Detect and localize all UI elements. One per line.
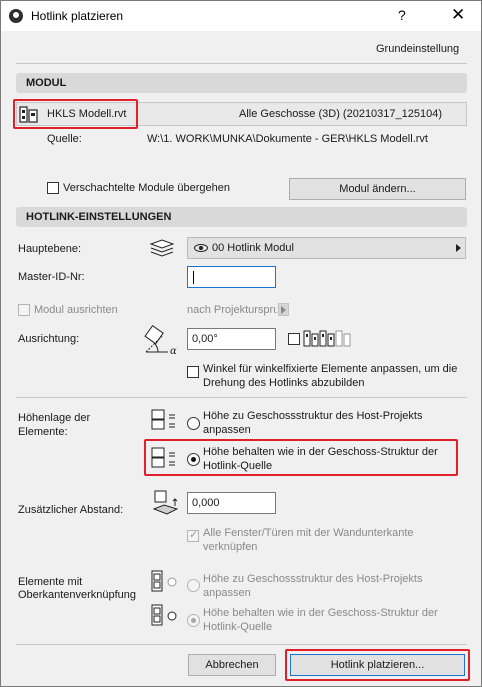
text-caret	[193, 271, 194, 284]
divider	[16, 644, 467, 645]
rotation-angle-icon: α	[144, 324, 177, 356]
divider	[16, 397, 467, 398]
top-link-option-keep-radio[interactable]	[187, 614, 200, 627]
dialog-window: Hotlink platzieren ? ✕ Grundeinstellung …	[0, 0, 482, 687]
top-link-option-adjust-label: Höhe zu Geschossstruktur des Host-Projek…	[203, 573, 423, 599]
main-story-label: Hauptebene:	[18, 243, 81, 255]
align-arrow-icon	[281, 306, 286, 314]
align-reference-value: nach Projektursprung	[187, 304, 277, 316]
title-bar: Hotlink platzieren ? ✕	[1, 1, 481, 31]
preset-label[interactable]: Grundeinstellung	[376, 43, 459, 55]
module-variants-icon	[303, 330, 351, 347]
align-reference-arrow[interactable]	[278, 303, 289, 316]
close-button[interactable]: ✕	[451, 5, 465, 25]
link-walls-checkbox[interactable]	[187, 528, 199, 542]
elevation-option-adjust-label: Höhe zu Geschossstruktur des Host-Projek…	[203, 410, 423, 436]
story-stack-icon	[149, 239, 175, 257]
offset-label: Zusätzlicher Abstand:	[18, 504, 124, 516]
adjust-elevation-icon	[151, 409, 175, 430]
main-story-value: 00 Hotlink Modul	[212, 242, 294, 254]
align-module-label: Modul ausrichten	[34, 304, 118, 316]
module-stories-info: Alle Geschosse (3D) (20210317_125104)	[239, 108, 443, 120]
orientation-input[interactable]: 0,00°	[187, 328, 276, 350]
highlight-module-file	[13, 99, 138, 129]
highlight-keep-elevation	[144, 439, 458, 476]
orientation-option-checkbox[interactable]	[288, 333, 300, 345]
divider	[16, 63, 467, 64]
source-label: Quelle:	[47, 133, 82, 145]
help-button[interactable]: ?	[398, 7, 406, 23]
elevation-label: Höhenlage der Elemente:	[18, 412, 91, 438]
main-story-dropdown[interactable]: 00 Hotlink Modul	[187, 237, 466, 259]
section-header-modul: MODUL	[16, 73, 467, 93]
top-link-adjust-icon	[151, 570, 177, 592]
link-walls-label: Alle Fenster/Türen mit der Wandunterkant…	[203, 527, 414, 553]
svg-text:α: α	[170, 346, 177, 356]
skip-nested-label: Verschachtelte Module übergehen	[63, 182, 230, 194]
master-id-label: Master-ID-Nr:	[18, 271, 85, 283]
eye-icon	[194, 244, 208, 252]
source-path: W:\1. WORK\MUNKA\Dokumente - GER\HKLS Mo…	[147, 133, 428, 145]
vertical-offset-icon	[152, 490, 179, 515]
top-link-label: Elemente mit Oberkantenverknüpfung	[18, 576, 137, 601]
master-id-input[interactable]	[187, 266, 276, 288]
highlight-place-button	[285, 649, 470, 681]
align-module-checkbox[interactable]	[18, 304, 30, 316]
section-header-hotlink: HOTLINK-EINSTELLUNGEN	[16, 207, 467, 227]
top-link-option-adjust-radio[interactable]	[187, 579, 200, 592]
window-title: Hotlink platzieren	[31, 9, 124, 23]
top-link-option-keep-label: Höhe behalten wie in der Geschoss-Strukt…	[203, 607, 438, 633]
orientation-label: Ausrichtung:	[18, 333, 80, 345]
cancel-button[interactable]: Abbrechen	[188, 654, 276, 676]
change-module-button[interactable]: Modul ändern...	[289, 178, 466, 200]
elevation-option-adjust-radio[interactable]	[187, 417, 200, 430]
angle-fix-label: Winkel für winkelfixierte Elemente anpas…	[203, 363, 458, 389]
dropdown-arrow-icon	[456, 244, 461, 252]
top-link-keep-icon	[151, 604, 177, 626]
skip-nested-checkbox[interactable]	[47, 182, 59, 194]
archicad-logo-icon	[9, 9, 23, 23]
offset-input[interactable]: 0,000	[187, 492, 276, 514]
angle-fix-checkbox[interactable]	[187, 366, 199, 378]
